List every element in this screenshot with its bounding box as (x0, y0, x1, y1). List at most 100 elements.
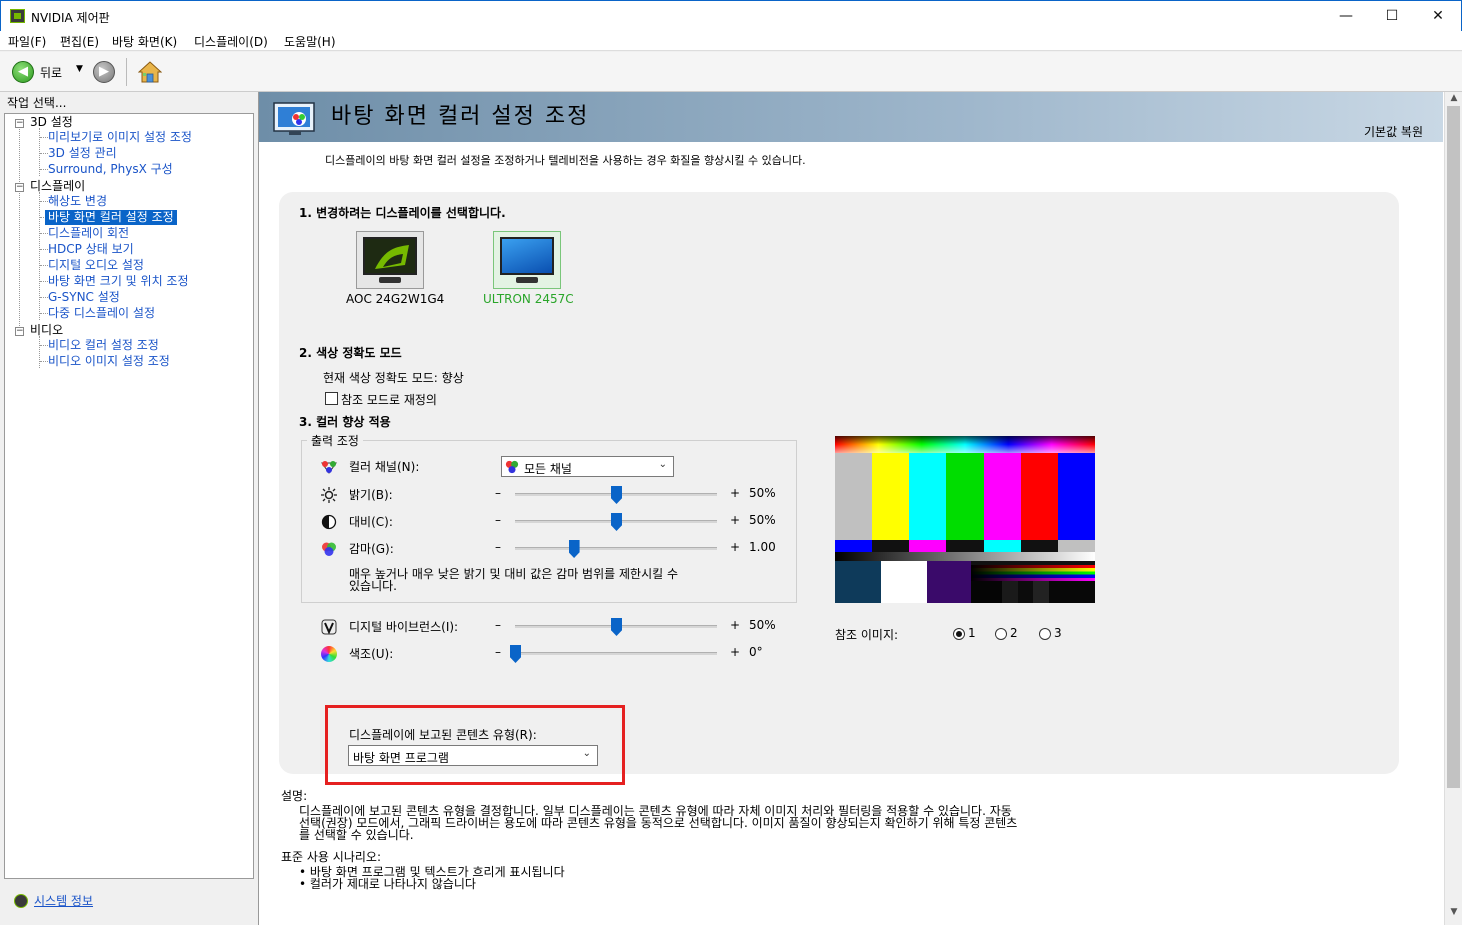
monitor-icon (363, 237, 417, 275)
tree-item-preview-image[interactable]: 미리보기로 이미지 설정 조정 (48, 130, 192, 145)
scroll-up-icon[interactable]: ▲ (1445, 93, 1462, 103)
color-channel-value: 모든 채널 (524, 462, 572, 476)
current-accuracy-mode: 현재 색상 정확도 모드: 향상 (323, 371, 464, 385)
maximize-button[interactable]: ☐ (1369, 1, 1415, 31)
menu-file[interactable]: 파일(F) (8, 33, 46, 50)
close-button[interactable]: ✕ (1415, 1, 1461, 31)
hue-slider-track[interactable] (515, 652, 717, 655)
hue-gradient-shade (835, 436, 1095, 453)
tree-line (40, 233, 48, 234)
reverse-bars (835, 540, 1095, 552)
vibrance-slider-thumb[interactable] (611, 618, 622, 636)
nvidia-app-icon (10, 9, 25, 23)
history-dropdown-icon[interactable]: ▼ (76, 64, 83, 74)
tree-item-desktop-color[interactable]: 바탕 화면 컬러 설정 조정 (45, 210, 177, 225)
grayscale-ramp (835, 552, 1095, 561)
brightness-plus: + (730, 486, 741, 500)
display-label-aoc[interactable]: AOC 24G2W1G4 (346, 292, 444, 306)
menu-bar: 파일(F) 편집(E) 바탕 화면(K) 디스플레이(D) 도움말(H) (0, 31, 1462, 51)
reference-radio-3-label[interactable]: 3 (1054, 626, 1062, 640)
vibrance-plus: + (730, 618, 741, 632)
task-tree[interactable]: − 3D 설정 미리보기로 이미지 설정 조정 3D 설정 관리 Surroun… (4, 113, 254, 879)
tree-line (40, 361, 48, 362)
tree-line (19, 125, 20, 336)
tree-item-gsync[interactable]: G-SYNC 설정 (48, 290, 120, 305)
tree-item-video-color[interactable]: 비디오 컬러 설정 조정 (48, 338, 159, 353)
forward-button[interactable]: ▶ (93, 61, 115, 83)
monitor-icon (500, 237, 554, 275)
collapse-display-icon[interactable]: − (15, 183, 24, 192)
collapse-3d-icon[interactable]: − (15, 119, 24, 128)
minimize-button[interactable]: — (1323, 1, 1369, 31)
hue-icon (321, 646, 337, 662)
tree-item-surround[interactable]: Surround, PhysX 구성 (48, 162, 173, 177)
back-button[interactable]: ◀ (12, 61, 34, 83)
reference-radio-3[interactable] (1039, 628, 1051, 640)
tree-group-display[interactable]: 디스플레이 (30, 179, 85, 194)
color-bars (835, 453, 1095, 540)
reference-mode-label[interactable]: 참조 모드로 재정의 (341, 391, 437, 408)
tree-line (40, 137, 48, 138)
vibrance-label: 디지털 바이브런스(I): (349, 620, 459, 634)
contrast-minus: – (495, 513, 501, 527)
display-ultron[interactable] (493, 231, 561, 289)
vibrance-minus: – (495, 618, 501, 632)
reference-radio-2-label[interactable]: 2 (1010, 626, 1018, 640)
tree-item-size-position[interactable]: 바탕 화면 크기 및 위치 조정 (48, 274, 189, 289)
hue-slider-thumb[interactable] (510, 645, 521, 663)
contrast-icon (321, 514, 337, 530)
tree-item-multi-display[interactable]: 다중 디스플레이 설정 (48, 306, 155, 321)
toolbar: ◀ 뒤로 ▼ ▶ (0, 52, 1462, 92)
content-pane: 바탕 화면 컬러 설정 조정 기본값 복원 디스플레이의 바탕 화면 컬러 설정… (258, 92, 1462, 925)
color-channel-select[interactable]: 모든 채널 ⌄ (501, 456, 674, 477)
display-aoc[interactable] (356, 231, 424, 289)
tree-item-3d-manage[interactable]: 3D 설정 관리 (48, 146, 117, 161)
home-icon[interactable] (138, 60, 162, 84)
tree-item-hdcp[interactable]: HDCP 상태 보기 (48, 242, 134, 257)
reference-radio-1-label[interactable]: 1 (968, 626, 976, 640)
gamma-note-line: 매우 높거나 매우 낮은 밝기 및 대비 값은 감마 범위를 제한시킬 수 (349, 567, 679, 581)
tree-item-rotate[interactable]: 디스플레이 회전 (48, 226, 129, 241)
menu-help[interactable]: 도움말(H) (284, 33, 336, 50)
desktop-color-icon (273, 102, 315, 135)
reference-mode-checkbox[interactable] (325, 392, 338, 405)
vibrance-icon (321, 619, 337, 635)
gamma-icon (322, 542, 336, 556)
tree-item-video-image[interactable]: 비디오 이미지 설정 조정 (48, 354, 170, 369)
tree-line (39, 192, 40, 320)
menu-desktop[interactable]: 바탕 화면(K) (112, 33, 177, 50)
tree-line (40, 201, 48, 202)
system-info-label[interactable]: 시스템 정보 (34, 892, 93, 909)
reference-radio-1[interactable] (953, 628, 965, 640)
gamma-slider-track[interactable] (515, 547, 717, 550)
tree-item-resolution[interactable]: 해상도 변경 (48, 194, 107, 209)
tree-line (40, 297, 48, 298)
menu-edit[interactable]: 편집(E) (60, 33, 99, 50)
restore-defaults-link[interactable]: 기본값 복원 (1364, 123, 1423, 140)
brightness-value: 50% (749, 486, 776, 500)
nvidia-logo-icon (375, 245, 409, 269)
scroll-thumb[interactable] (1447, 106, 1460, 788)
scenario-heading: 표준 사용 시나리오: (281, 850, 381, 864)
reference-radio-2[interactable] (995, 628, 1007, 640)
tree-group-3d[interactable]: 3D 설정 (30, 115, 73, 130)
monitor-stand (379, 277, 401, 283)
vertical-scrollbar[interactable]: ▲ ▼ (1444, 92, 1462, 925)
task-pane: 작업 선택... − 3D 설정 미리보기로 이미지 설정 조정 3D 설정 관… (0, 92, 258, 925)
output-adjust-title: 출력 조정 (307, 432, 363, 449)
scroll-down-icon[interactable]: ▼ (1445, 907, 1462, 917)
tree-item-audio[interactable]: 디지털 오디오 설정 (48, 258, 144, 273)
page-title: 바탕 화면 컬러 설정 조정 (331, 104, 590, 129)
color-channel-icon (321, 461, 337, 474)
color-channel-label: 컬러 채널(N): (349, 460, 420, 474)
brightness-minus: – (495, 486, 501, 500)
tree-group-video[interactable]: 비디오 (30, 323, 63, 338)
tree-line (40, 249, 48, 250)
menu-display[interactable]: 디스플레이(D) (194, 33, 268, 50)
back-label[interactable]: 뒤로 (40, 64, 62, 81)
collapse-video-icon[interactable]: − (15, 327, 24, 336)
settings-panel: 1. 변경하려는 디스플레이를 선택합니다. AOC 24G2W1G4 ULTR… (279, 192, 1399, 774)
color-ramps-shade (971, 565, 1095, 581)
tree-line (40, 281, 48, 282)
display-label-ultron[interactable]: ULTRON 2457C (483, 292, 574, 306)
